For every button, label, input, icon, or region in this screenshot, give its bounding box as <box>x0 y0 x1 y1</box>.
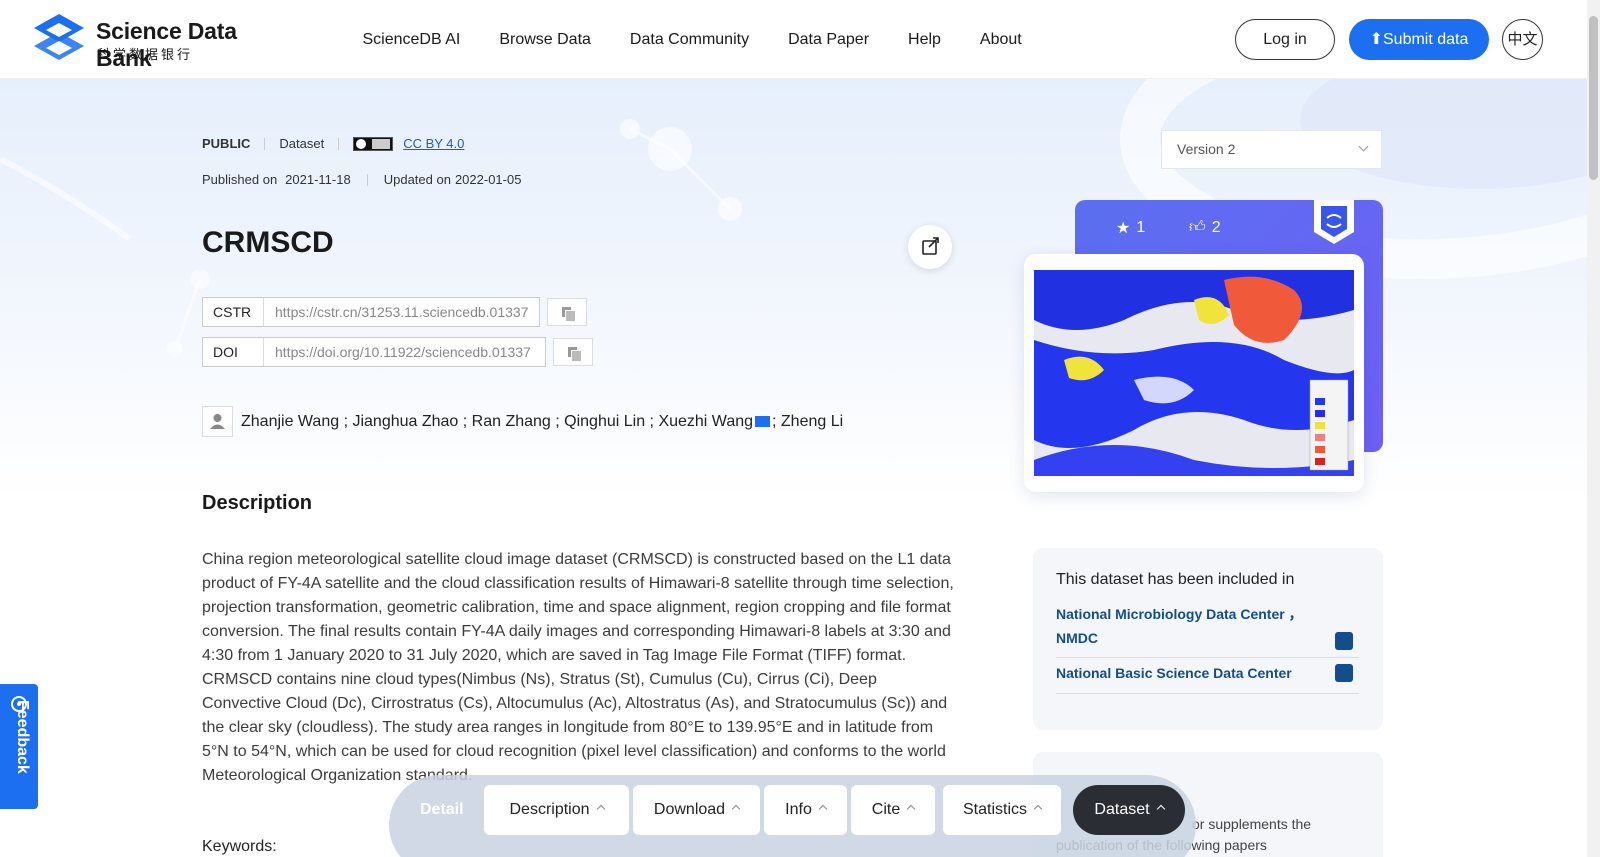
cstr-field: CSTR https://cstr.cn/31253.11.sciencedb.… <box>202 297 540 327</box>
thumbs-up-icon: 👍︎ <box>1189 219 1206 236</box>
logo[interactable]: Science Data Bank 科学数据银行 <box>30 12 280 71</box>
dataset-type: Dataset <box>279 136 325 151</box>
cloud-map-image <box>1034 270 1354 476</box>
cstr-value[interactable]: https://cstr.cn/31253.11.sciencedb.01337 <box>264 304 528 320</box>
star-value: 1 <box>1136 219 1146 236</box>
nav-sciencedb-ai[interactable]: ScienceDB AI <box>343 0 480 79</box>
included-in-panel: This dataset has been included in Nation… <box>1033 548 1383 730</box>
nav-browse-data[interactable]: Browse Data <box>480 0 611 79</box>
section-dock: Detail Description Download Info Cite St… <box>389 775 1196 857</box>
link-icon[interactable] <box>1335 664 1353 682</box>
dataset-cover-card[interactable] <box>1024 254 1364 492</box>
doi-label: DOI <box>203 338 264 366</box>
updated-label: Updated on <box>383 172 451 187</box>
nav-about[interactable]: About <box>960 0 1041 79</box>
updated-date: 2022-01-05 <box>454 172 522 187</box>
dataset-dates: Published on 2021-11-18 Updated on 2022-… <box>202 172 521 187</box>
divider <box>366 173 368 186</box>
author-list: Zhanjie Wang ; Jianghua Zhao ; Ran Zhang… <box>202 406 843 437</box>
tab-cite[interactable]: Cite <box>851 785 935 835</box>
tab-label: Cite <box>871 801 901 818</box>
authors-text[interactable]: Zhanjie Wang ; Jianghua Zhao ; Ran Zhang… <box>241 413 753 431</box>
tab-label: Download <box>653 801 726 818</box>
page-scrollbar[interactable] <box>1587 0 1600 857</box>
language-button[interactable]: 中文 <box>1502 19 1543 60</box>
tab-label: Info <box>785 801 812 818</box>
login-button[interactable]: Log in <box>1235 19 1335 60</box>
logo-subtitle: 科学数据银行 <box>97 47 194 62</box>
tab-label: Dataset <box>1094 801 1150 818</box>
submit-data-button[interactable]: ⬆Submit data <box>1349 19 1489 60</box>
related-text-a: or supplements the <box>1192 816 1312 832</box>
dataset-meta: PUBLIC Dataset CC BY 4.0 <box>202 136 464 151</box>
keywords-label: Keywords: <box>202 838 277 855</box>
chevron-up-icon <box>596 804 605 814</box>
visibility-badge: PUBLIC <box>202 136 251 151</box>
chevron-up-icon <box>1033 804 1043 814</box>
included-item-nmdc[interactable]: National Microbiology Data Center ， NMDC <box>1056 602 1359 658</box>
license-link[interactable]: CC BY 4.0 <box>403 136 464 151</box>
nav-data-paper[interactable]: Data Paper <box>769 0 889 79</box>
chevron-up-icon <box>818 804 828 814</box>
doi-field: DOI https://doi.org/10.11922/sciencedb.0… <box>202 337 546 367</box>
share-button[interactable] <box>908 225 952 269</box>
tab-label: Statistics <box>962 801 1027 818</box>
dock-detail-label: Detail <box>420 801 464 818</box>
included-item-label: National Microbiology Data Center ， NMDC <box>1056 606 1303 646</box>
top-header: Science Data Bank 科学数据银行 ScienceDB AI Br… <box>0 0 1587 79</box>
link-icon[interactable] <box>1335 632 1353 650</box>
version-select[interactable]: Version 2 <box>1161 130 1382 169</box>
star-count[interactable]: ★ 1 <box>1116 218 1145 238</box>
description-text: China region meteorological satellite cl… <box>202 551 954 784</box>
logo-icon <box>34 14 84 60</box>
description-heading: Description <box>202 492 313 514</box>
included-heading: This dataset has been included in <box>1056 571 1295 588</box>
tab-download[interactable]: Download <box>633 785 760 835</box>
included-item-label: National Basic Science Data Center <box>1056 665 1292 681</box>
upload-icon: ⬆ <box>1369 31 1383 48</box>
tab-statistics[interactable]: Statistics <box>943 785 1061 835</box>
doi-value[interactable]: https://doi.org/10.11922/sciencedb.01337 <box>264 344 531 360</box>
like-count[interactable]: 👍︎ 2 <box>1189 218 1221 237</box>
star-icon: ★ <box>1116 220 1131 237</box>
chevron-up-icon <box>1156 804 1165 814</box>
published-label: Published on <box>202 172 278 187</box>
included-item-nbsdc[interactable]: National Basic Science Data Center <box>1056 660 1359 694</box>
feedback-tab[interactable]: Feedback <box>0 684 38 809</box>
chevron-up-icon <box>731 804 741 814</box>
tab-label: Description <box>509 801 590 818</box>
mail-icon[interactable] <box>755 416 771 427</box>
main-nav: ScienceDB AI Browse Data Data Community … <box>343 0 1041 79</box>
published-date: 2021-11-18 <box>285 172 351 187</box>
cc-license-icon <box>353 136 394 151</box>
nav-help[interactable]: Help <box>889 0 961 79</box>
nav-data-community[interactable]: Data Community <box>610 0 768 79</box>
scrollbar-thumb[interactable] <box>1589 16 1598 180</box>
tab-dataset[interactable]: Dataset <box>1073 785 1185 835</box>
submit-label: Submit data <box>1383 31 1469 48</box>
person-icon <box>202 406 233 437</box>
share-icon <box>922 237 939 255</box>
cstr-label: CSTR <box>203 298 264 326</box>
page-title: CRMSCD <box>202 226 334 259</box>
tab-info[interactable]: Info <box>764 785 847 835</box>
chevron-up-icon <box>906 804 916 814</box>
authors-text-last[interactable]: ; Zheng Li <box>772 413 843 431</box>
feedback-label: Feedback <box>14 700 31 774</box>
verified-shield-icon <box>1314 200 1354 244</box>
copy-cstr-button[interactable] <box>547 298 587 326</box>
copy-doi-button[interactable] <box>553 338 593 366</box>
divider <box>338 137 340 150</box>
divider <box>264 137 266 150</box>
tab-description[interactable]: Description <box>484 785 629 835</box>
like-value: 2 <box>1211 218 1221 236</box>
